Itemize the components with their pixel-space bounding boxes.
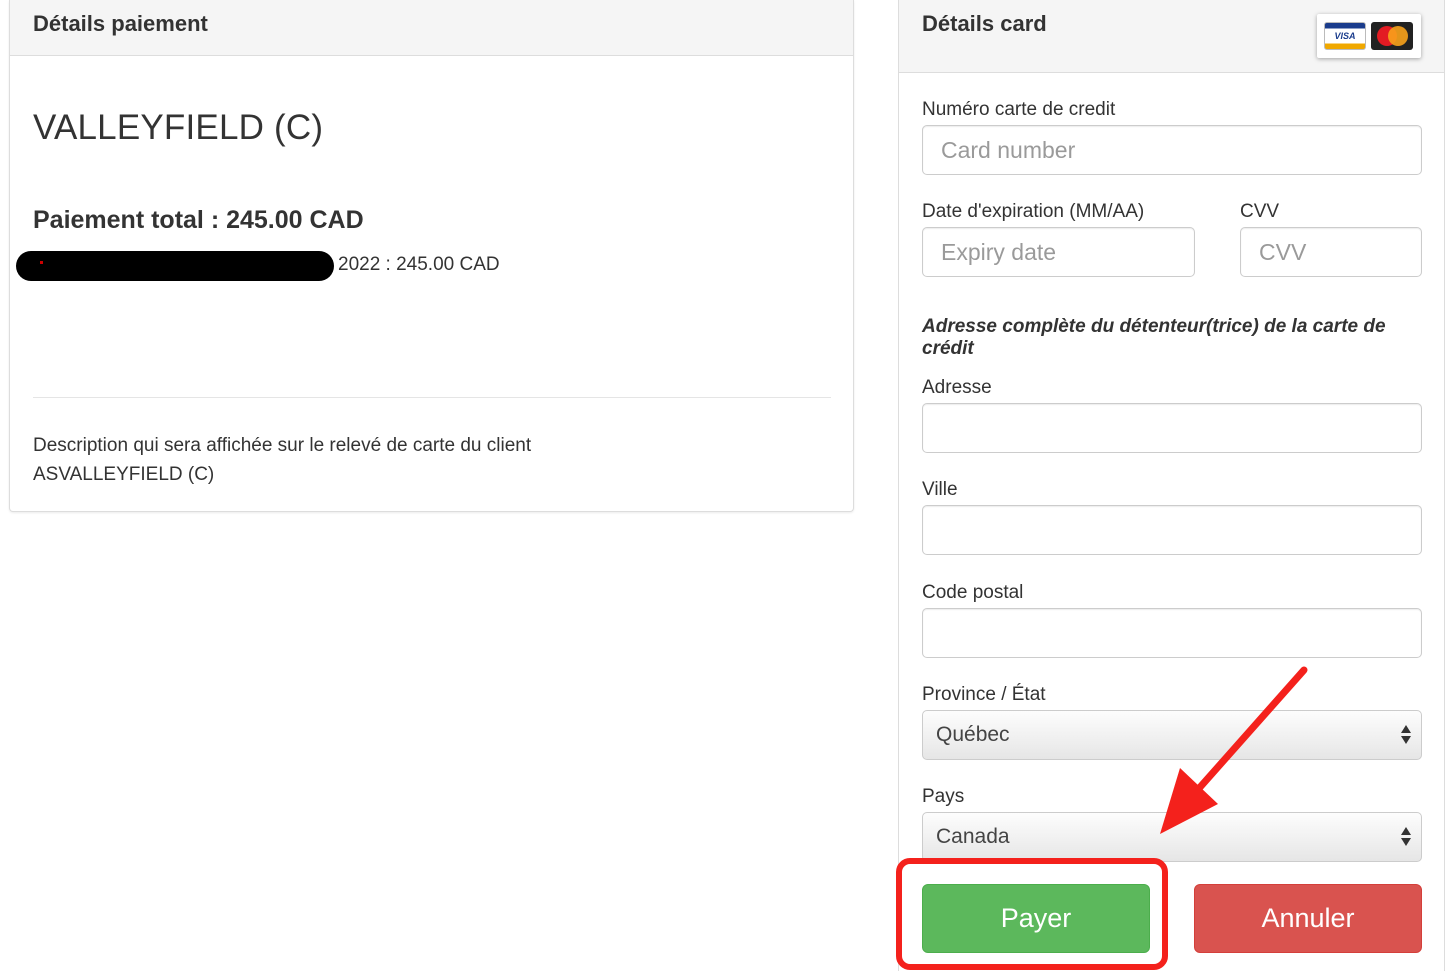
payment-total: Paiement total : 245.00 CAD [33, 206, 364, 234]
pay-button[interactable]: Payer [922, 884, 1150, 953]
card-logos: VISA [1317, 14, 1421, 58]
mastercard-logo-icon [1371, 22, 1413, 50]
cancel-button[interactable]: Annuler [1194, 884, 1422, 953]
divider [33, 397, 831, 398]
expiry-date-input[interactable] [922, 227, 1195, 277]
billing-address-heading: Adresse complète du détenteur(trice) de … [922, 316, 1386, 359]
redaction-mark [16, 251, 334, 281]
cvv-label: CVV [1240, 201, 1280, 222]
payment-details-title: Détails paiement [33, 11, 208, 36]
select-arrows-icon [1401, 827, 1411, 849]
country-select[interactable]: Canada [922, 812, 1422, 862]
payment-line-item: 2022 : 245.00 CAD [338, 254, 500, 275]
address-input[interactable] [922, 403, 1422, 453]
province-label: Province / État [922, 684, 1046, 705]
city-label: Ville [922, 479, 958, 500]
postal-code-input[interactable] [922, 608, 1422, 658]
city-input[interactable] [922, 505, 1422, 555]
card-number-input[interactable] [922, 125, 1422, 175]
select-arrows-icon [1401, 725, 1411, 747]
card-details-title: Détails card [922, 11, 1047, 36]
statement-description-value: ASVALLEYFIELD (C) [33, 464, 215, 485]
address-label: Adresse [922, 377, 992, 398]
expiry-date-label: Date d'expiration (MM/AA) [922, 201, 1145, 222]
visa-logo-icon: VISA [1324, 22, 1366, 50]
country-label: Pays [922, 786, 965, 807]
country-selected-value: Canada [936, 825, 1010, 848]
postal-code-label: Code postal [922, 582, 1024, 603]
province-selected-value: Québec [936, 723, 1010, 746]
payment-details-panel: Détails paiement VALLEYFIELD (C) Paiemen… [9, 0, 854, 512]
card-number-label: Numéro carte de credit [922, 99, 1116, 120]
card-details-panel: Détails card VISA Numéro carte de credit… [898, 0, 1445, 971]
statement-description-label: Description qui sera affichée sur le rel… [33, 435, 532, 456]
province-select[interactable]: Québec [922, 710, 1422, 760]
statement-description: Description qui sera affichée sur le rel… [33, 431, 531, 489]
organization-name: VALLEYFIELD (C) [33, 108, 324, 147]
cvv-input[interactable] [1240, 227, 1422, 277]
